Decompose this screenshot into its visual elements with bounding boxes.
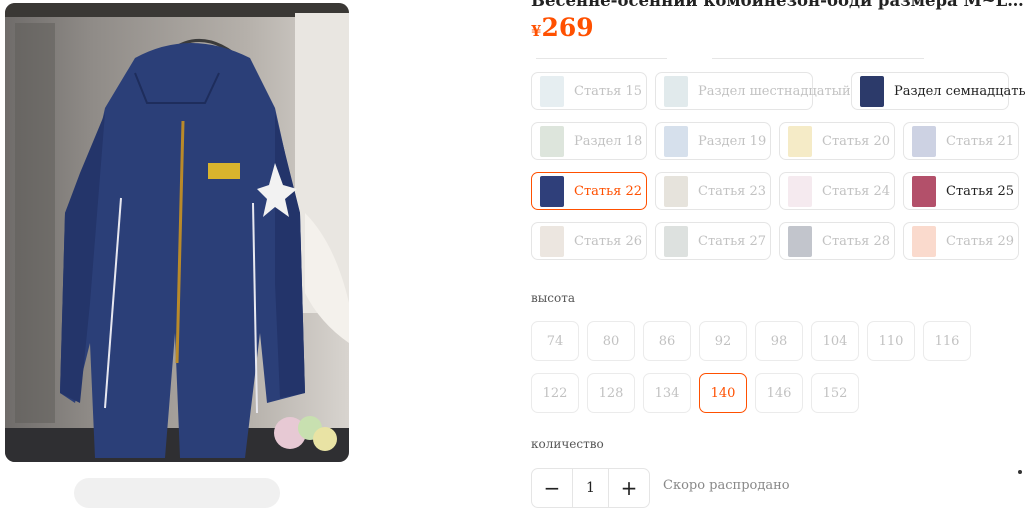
variant-option[interactable]: Статья 28 <box>779 222 895 260</box>
quantity-increase-button[interactable]: + <box>609 469 649 507</box>
image-thumbnail-bar[interactable] <box>74 478 280 508</box>
jacket-photo <box>5 3 349 462</box>
variant-label: Статья 24 <box>822 183 891 199</box>
variant-label: Статья 15 <box>574 83 643 99</box>
variant-thumbnail <box>664 75 688 107</box>
variant-thumbnail <box>540 175 564 207</box>
variant-label: Статья 25 <box>946 183 1015 199</box>
quantity-section-label: количество <box>531 437 604 451</box>
variant-option[interactable]: Статья 26 <box>531 222 647 260</box>
variant-option[interactable]: Статья 15 <box>531 72 647 110</box>
variant-thumbnail <box>788 175 812 207</box>
variant-option[interactable]: Статья 29 <box>903 222 1019 260</box>
variant-thumbnail <box>788 225 812 257</box>
size-option[interactable]: 86 <box>643 321 691 361</box>
variant-thumbnail <box>912 125 936 157</box>
size-option[interactable]: 128 <box>587 373 635 413</box>
variant-label: Статья 21 <box>946 133 1015 149</box>
variant-label: Статья 23 <box>698 183 767 199</box>
variant-thumbnail <box>540 125 564 157</box>
variant-label: Раздел 18 <box>574 133 643 149</box>
variant-label: Статья 27 <box>698 233 767 249</box>
variant-label: Раздел шестнадцатый <box>698 83 851 99</box>
size-option[interactable]: 152 <box>811 373 859 413</box>
size-option[interactable]: 134 <box>643 373 691 413</box>
variant-option[interactable]: Статья 23 <box>655 172 771 210</box>
quantity-stepper: − 1 + <box>531 468 650 508</box>
size-option[interactable]: 104 <box>811 321 859 361</box>
size-option[interactable]: 74 <box>531 321 579 361</box>
variant-thumbnail <box>664 225 688 257</box>
variant-label: Статья 26 <box>574 233 643 249</box>
variant-option[interactable]: Статья 20 <box>779 122 895 160</box>
product-main-image[interactable] <box>5 3 349 462</box>
variant-option[interactable]: Раздел 18 <box>531 122 647 160</box>
quantity-decrease-button[interactable]: − <box>532 469 572 507</box>
variant-label: Раздел 19 <box>698 133 767 149</box>
variant-thumbnail <box>860 75 884 107</box>
size-option[interactable]: 80 <box>587 321 635 361</box>
variant-option[interactable]: Статья 24 <box>779 172 895 210</box>
variant-thumbnail <box>664 175 688 207</box>
decorative-dot <box>1018 470 1022 474</box>
variant-thumbnail <box>912 175 936 207</box>
variant-option[interactable]: Статья 25 <box>903 172 1019 210</box>
size-option[interactable]: 92 <box>699 321 747 361</box>
size-option[interactable]: 122 <box>531 373 579 413</box>
height-section-label: высота <box>531 291 576 305</box>
currency-symbol: ¥ <box>531 22 542 40</box>
variant-thumbnail <box>788 125 812 157</box>
variant-option[interactable]: Статья 27 <box>655 222 771 260</box>
size-option[interactable]: 98 <box>755 321 803 361</box>
variant-label: Статья 20 <box>822 133 891 149</box>
quantity-input[interactable]: 1 <box>572 469 609 507</box>
variant-thumbnail <box>912 225 936 257</box>
variant-option[interactable]: Раздел шестнадцатый <box>655 72 851 110</box>
variant-thumbnail <box>540 75 564 107</box>
variant-label: Статья 22 <box>574 183 643 199</box>
variant-option[interactable]: Статья 21 <box>903 122 1019 160</box>
size-option[interactable]: 110 <box>867 321 915 361</box>
variant-label: Статья 28 <box>822 233 891 249</box>
size-option[interactable]: 116 <box>923 321 971 361</box>
size-option[interactable]: 146 <box>755 373 803 413</box>
price-value: 269 <box>541 13 594 42</box>
variant-thumbnail <box>664 125 688 157</box>
product-title: Весенне-осенний комбинезон-боди размера … <box>531 0 1026 10</box>
height-selector: 74 80 86 92 98 104 110 116 122 128 134 1… <box>531 321 971 413</box>
product-price: ¥269 <box>531 13 594 42</box>
variant-option[interactable]: Статья 22 <box>531 172 647 210</box>
variant-thumbnail <box>540 225 564 257</box>
size-option[interactable]: 140 <box>699 373 747 413</box>
divider <box>536 58 667 59</box>
divider <box>712 58 924 59</box>
variant-label: Статья 29 <box>946 233 1015 249</box>
variant-selector: Статья 15 Раздел шестнадцатый Раздел сем… <box>531 72 1026 260</box>
variant-option[interactable]: Раздел 19 <box>655 122 771 160</box>
